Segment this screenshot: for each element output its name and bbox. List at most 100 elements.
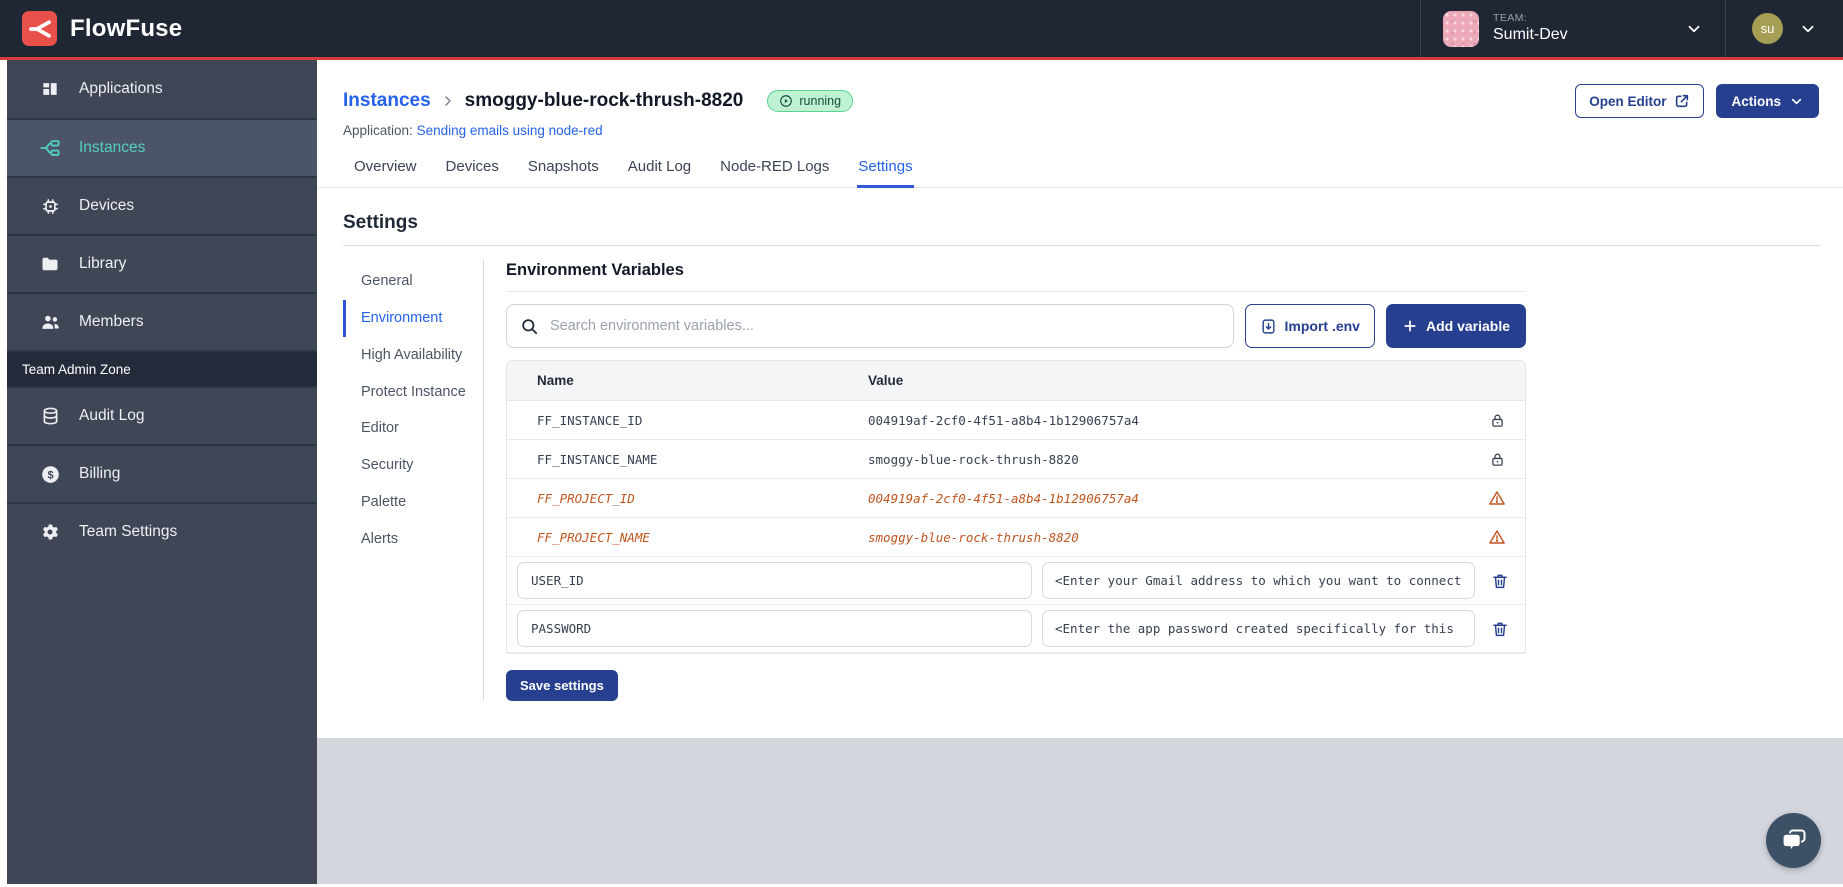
main-content: Instances smoggy-blue-rock-thrush-8820 r… — [317, 60, 1843, 738]
sidebar-filler — [7, 560, 317, 884]
status-badge: running — [767, 90, 854, 112]
application-link[interactable]: Sending emails using node-red — [417, 123, 603, 138]
play-circle-icon — [780, 95, 793, 107]
actions-label: Actions — [1731, 93, 1781, 109]
sidebar-item-library[interactable]: Library — [7, 234, 317, 292]
lock-icon — [1491, 453, 1503, 466]
save-settings-button[interactable]: Save settings — [506, 670, 618, 701]
plus-icon — [1404, 320, 1416, 332]
settings-subnav: General Environment High Availability Pr… — [343, 259, 483, 701]
application-label: Application: — [343, 123, 413, 138]
breadcrumb-instances-link[interactable]: Instances — [343, 90, 431, 112]
folder-icon — [39, 253, 61, 275]
team-admin-zone-label: Team Admin Zone — [7, 350, 317, 386]
sidebar-item-label: Applications — [79, 80, 163, 97]
subnav-item-protect-instance[interactable]: Protect Instance — [343, 374, 483, 411]
chat-icon — [1781, 829, 1805, 853]
instance-tabs: Overview Devices Snapshots Audit Log Nod… — [317, 152, 1843, 188]
team-name: Sumit-Dev — [1493, 26, 1568, 44]
env-var-value: 004919af-2cf0-4f51-a8b4-1b12906757a4 — [868, 412, 1139, 428]
subnav-item-general[interactable]: General — [343, 263, 483, 300]
tab-node-red-logs[interactable]: Node-RED Logs — [719, 152, 830, 188]
tab-snapshots[interactable]: Snapshots — [527, 152, 600, 188]
status-text: running — [799, 94, 842, 108]
add-variable-button[interactable]: Add variable — [1385, 304, 1526, 348]
sidebar-item-audit-log[interactable]: Audit Log — [7, 386, 317, 444]
users-icon — [39, 311, 61, 333]
env-var-name-input[interactable] — [517, 562, 1032, 599]
sidebar-item-applications[interactable]: Applications — [7, 60, 317, 118]
table-row-editable — [507, 557, 1525, 605]
database-icon — [39, 405, 61, 427]
trash-icon — [1493, 622, 1507, 636]
subnav-item-environment[interactable]: Environment — [343, 299, 483, 337]
tab-devices[interactable]: Devices — [445, 152, 500, 188]
sidebar-item-label: Devices — [79, 197, 135, 214]
add-variable-label: Add variable — [1425, 318, 1510, 334]
brand-home-link[interactable]: FlowFuse — [0, 0, 317, 57]
open-editor-button[interactable]: Open Editor — [1575, 84, 1705, 118]
import-env-button[interactable]: Import .env — [1244, 304, 1375, 348]
column-header-name: Name — [537, 373, 574, 388]
sidebar-item-billing[interactable]: $ Billing — [7, 444, 317, 502]
chevron-down-icon — [1685, 20, 1703, 38]
tab-audit-log[interactable]: Audit Log — [627, 152, 692, 188]
external-link-icon — [1676, 94, 1689, 108]
tab-settings[interactable]: Settings — [857, 152, 914, 188]
sidebar-item-label: Audit Log — [79, 407, 145, 424]
page-title: Settings — [343, 212, 418, 233]
delete-variable-button[interactable] — [1489, 570, 1511, 592]
divider — [343, 245, 1821, 246]
sidebar-item-label: Library — [79, 255, 127, 272]
user-avatar: su — [1752, 13, 1783, 44]
actions-button[interactable]: Actions — [1716, 84, 1819, 118]
team-selector[interactable]: TEAM: Sumit-Dev — [1420, 0, 1726, 57]
chevron-down-icon — [1791, 98, 1802, 104]
lock-icon — [1491, 414, 1503, 427]
env-var-name: FF_PROJECT_ID — [537, 490, 635, 506]
column-header-value: Value — [868, 373, 904, 388]
search-icon — [522, 318, 538, 334]
env-var-value: smoggy-blue-rock-thrush-8820 — [868, 529, 1079, 545]
import-env-label: Import .env — [1284, 318, 1360, 334]
search-input[interactable] — [550, 318, 1220, 334]
chat-widget-button[interactable] — [1766, 813, 1821, 868]
trash-icon — [1493, 574, 1507, 588]
table-row: FF_INSTANCE_NAME smoggy-blue-rock-thrush… — [507, 440, 1525, 479]
table-row-editable — [507, 605, 1525, 653]
sidebar-item-members[interactable]: Members — [7, 292, 317, 350]
sidebar-item-label: Members — [79, 313, 144, 330]
subnav-item-high-availability[interactable]: High Availability — [343, 337, 483, 374]
sidebar-item-instances[interactable]: Instances — [7, 118, 317, 176]
window-edge — [0, 60, 7, 884]
user-menu[interactable]: su — [1726, 0, 1843, 57]
table-row: FF_INSTANCE_ID 004919af-2cf0-4f51-a8b4-1… — [507, 401, 1525, 440]
env-var-value-input[interactable] — [1042, 562, 1475, 599]
dollar-circle-icon: $ — [39, 463, 61, 485]
instances-icon — [39, 137, 61, 159]
sidebar-item-team-settings[interactable]: Team Settings — [7, 502, 317, 560]
sidebar-item-label: Billing — [79, 465, 121, 482]
team-avatar — [1443, 10, 1479, 47]
warning-icon — [1489, 491, 1505, 505]
sidebar: Applications Instances Devices Library M… — [7, 60, 317, 884]
search-box — [506, 304, 1234, 348]
env-var-value: smoggy-blue-rock-thrush-8820 — [868, 451, 1079, 467]
subnav-item-palette[interactable]: Palette — [343, 484, 483, 521]
breadcrumb: Instances smoggy-blue-rock-thrush-8820 r… — [317, 60, 1843, 118]
env-var-value-input[interactable] — [1042, 610, 1475, 647]
top-navbar: FlowFuse TEAM: Sumit-Dev su — [0, 0, 1843, 60]
sidebar-item-label: Team Settings — [79, 523, 178, 540]
delete-variable-button[interactable] — [1489, 618, 1511, 640]
tab-overview[interactable]: Overview — [353, 152, 418, 188]
subnav-item-alerts[interactable]: Alerts — [343, 521, 483, 558]
sidebar-item-devices[interactable]: Devices — [7, 176, 317, 234]
team-label: TEAM: — [1493, 11, 1528, 24]
page-footer — [317, 738, 1843, 884]
subnav-item-security[interactable]: Security — [343, 447, 483, 484]
env-var-name-input[interactable] — [517, 610, 1032, 647]
subnav-item-editor[interactable]: Editor — [343, 410, 483, 447]
brand-name: FlowFuse — [70, 14, 183, 42]
env-var-value: 004919af-2cf0-4f51-a8b4-1b12906757a4 — [868, 490, 1139, 506]
